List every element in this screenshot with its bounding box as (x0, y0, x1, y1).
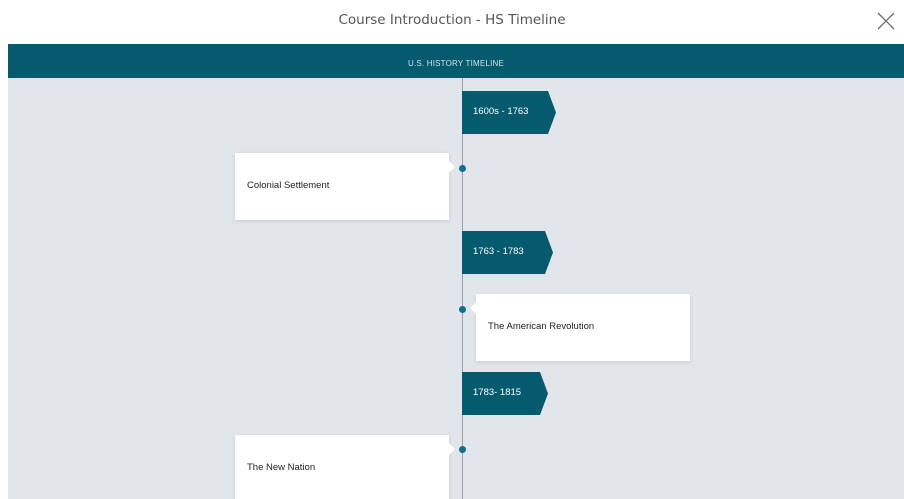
close-icon (877, 12, 895, 30)
era-label: 1600s - 1763 (473, 106, 529, 117)
event-card-colonial-settlement[interactable]: Colonial Settlement (235, 153, 455, 220)
modal-header: Course Introduction - HS Timeline (0, 0, 904, 44)
card-pointer (449, 161, 455, 173)
timeline-area: 1600s - 1763 Colonial Settlement 1763 - … (8, 78, 904, 499)
era-label: 1763 - 1783 (473, 246, 524, 257)
event-label: The American Revolution (488, 321, 595, 332)
era-flag-1783-1815[interactable]: 1783- 1815 (462, 372, 548, 415)
event-card-american-revolution[interactable]: The American Revolution (470, 294, 690, 361)
timeline-dot (459, 446, 466, 453)
event-label: The New Nation (247, 462, 316, 473)
card-pointer (470, 302, 476, 314)
timeline-dot (459, 306, 466, 313)
modal-title: Course Introduction - HS Timeline (338, 12, 566, 28)
timeline-axis (462, 78, 463, 499)
era-label: 1783- 1815 (473, 387, 522, 398)
event-card-new-nation[interactable]: The New Nation (235, 435, 455, 499)
timeline-dot (459, 165, 466, 172)
era-flag-1600s-1763[interactable]: 1600s - 1763 (462, 91, 556, 134)
close-button[interactable] (874, 9, 898, 33)
card-pointer (449, 443, 455, 455)
era-flag-1763-1783[interactable]: 1763 - 1783 (462, 231, 553, 274)
event-label: Colonial Settlement (247, 180, 330, 191)
timeline-banner: U.S. HISTORY TIMELINE (8, 44, 904, 78)
timeline-title: U.S. HISTORY TIMELINE (407, 59, 505, 68)
